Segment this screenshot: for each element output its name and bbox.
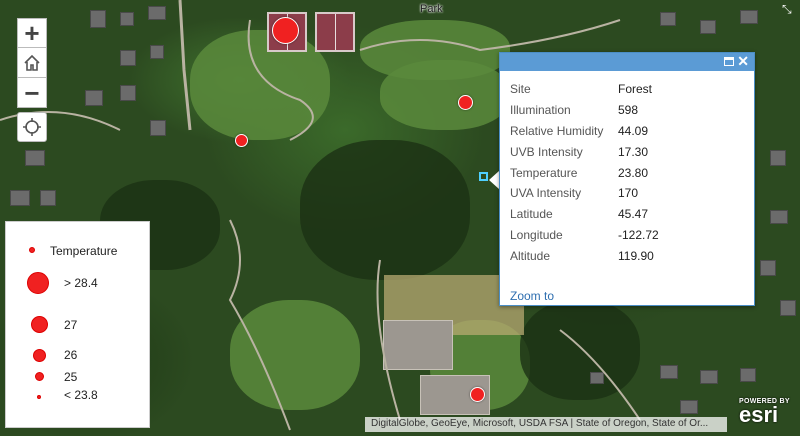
- attribute-key: Site: [510, 82, 531, 97]
- attribute-value: 119.90: [618, 248, 654, 263]
- attribute-row: Site Forest: [510, 79, 744, 100]
- info-popup: ✕ Site Forest Illumination 598 Relative …: [499, 52, 755, 306]
- selected-point-marker[interactable]: [479, 172, 488, 181]
- zoom-out-button[interactable]: −: [17, 78, 47, 108]
- attribute-row: Temperature 23.80: [510, 162, 744, 183]
- attribute-key: Relative Humidity: [510, 123, 604, 138]
- crosshair-icon: [23, 118, 41, 136]
- attribute-value: 44.09: [618, 123, 649, 138]
- attribute-value: -122.72: [618, 227, 659, 242]
- popup-header: ✕: [500, 53, 754, 71]
- attribute-value: 598: [618, 103, 639, 118]
- attribute-value: 170: [618, 186, 639, 201]
- map-point[interactable]: [470, 387, 485, 402]
- map-attribution: DigitalGlobe, GeoEye, Microsoft, USDA FS…: [365, 417, 727, 432]
- legend-label: 27: [64, 318, 78, 332]
- esri-wordmark: esri: [739, 402, 779, 427]
- map-point[interactable]: [235, 134, 248, 147]
- attribute-key: UVA Intensity: [510, 186, 582, 201]
- zoom-to-link[interactable]: Zoom to: [510, 289, 554, 303]
- attribute-key: Latitude: [510, 207, 553, 222]
- attribute-row: Longitude -122.72: [510, 225, 744, 246]
- legend-symbol-large: [27, 272, 49, 294]
- maximize-icon[interactable]: [724, 57, 734, 66]
- legend-label: < 23.8: [64, 388, 98, 402]
- zoom-controls: + −: [17, 18, 47, 108]
- map-point-large[interactable]: [272, 17, 299, 44]
- legend-title: Temperature: [50, 244, 118, 258]
- attribute-key: UVB Intensity: [510, 144, 583, 159]
- expand-icon[interactable]: ⤡: [782, 2, 792, 17]
- attribute-value: 45.47: [618, 207, 649, 222]
- legend-symbol: [37, 395, 41, 399]
- home-button[interactable]: [17, 48, 47, 78]
- home-icon: [24, 54, 40, 71]
- attribute-row: UVA Intensity 170: [510, 183, 744, 204]
- attribute-key: Longitude: [510, 227, 563, 242]
- attribute-value: 23.80: [618, 165, 649, 180]
- attribute-key: Altitude: [510, 248, 551, 263]
- attribute-key: Illumination: [510, 103, 571, 118]
- attribute-value: 17.30: [618, 144, 649, 159]
- attribute-value: Forest: [618, 82, 653, 97]
- esri-logo[interactable]: POWERED BY esri: [739, 398, 790, 427]
- popup-pointer: [489, 171, 499, 189]
- map-point[interactable]: [458, 95, 473, 110]
- legend-panel: Temperature > 28.4 27 26 25 < 23.8: [5, 221, 150, 428]
- legend-symbol: [31, 316, 48, 333]
- attribute-key: Temperature: [510, 165, 578, 180]
- popup-attributes: Site Forest Illumination 598 Relative Hu…: [500, 71, 754, 274]
- close-icon[interactable]: ✕: [737, 53, 749, 70]
- legend-symbol: [33, 349, 46, 362]
- locate-button[interactable]: [17, 112, 47, 142]
- attribute-row: Relative Humidity 44.09: [510, 121, 744, 142]
- park-label: Park: [420, 3, 443, 15]
- legend-label: > 28.4: [64, 276, 98, 290]
- zoom-in-button[interactable]: +: [17, 18, 47, 48]
- legend-label: 26: [64, 348, 78, 362]
- attribute-row: Illumination 598: [510, 100, 744, 121]
- legend-title-symbol: [29, 247, 35, 253]
- attribute-row: Latitude 45.47: [510, 204, 744, 225]
- legend-label: 25: [64, 370, 78, 384]
- attribute-row: Altitude 119.90: [510, 245, 744, 266]
- attribute-row: UVB Intensity 17.30: [510, 141, 744, 162]
- legend-symbol: [35, 372, 44, 381]
